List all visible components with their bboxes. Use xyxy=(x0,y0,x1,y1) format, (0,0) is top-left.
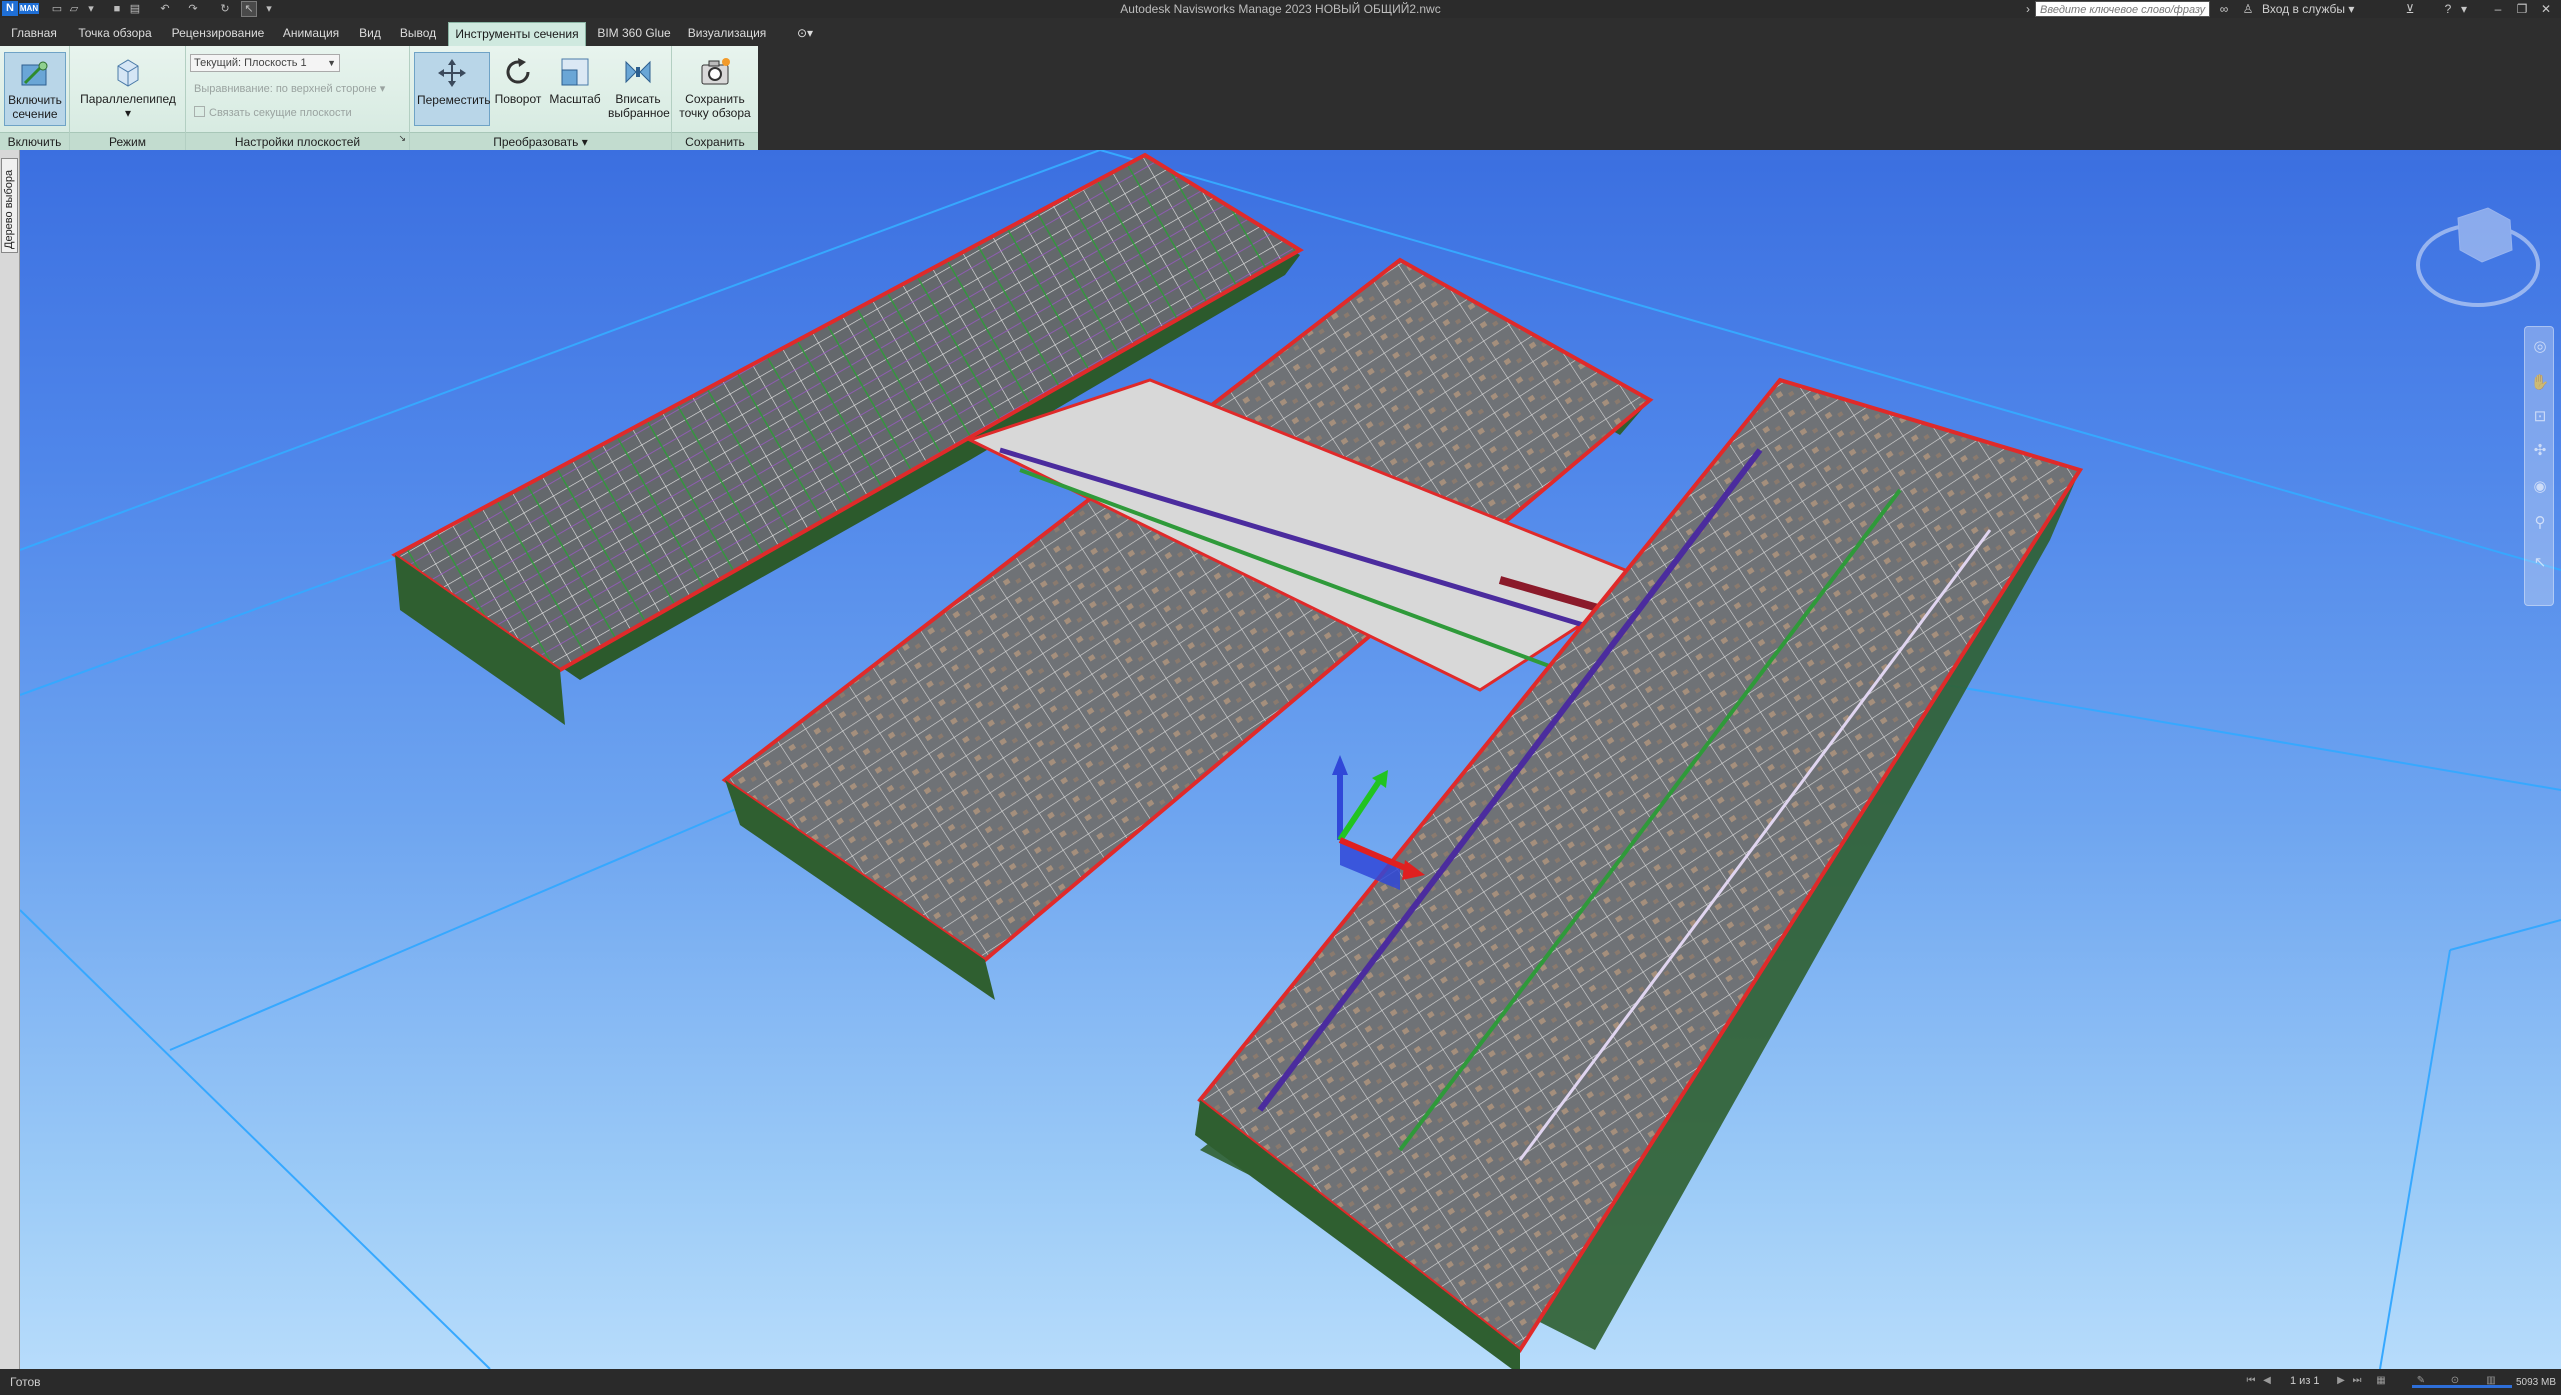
panel-save-label: Сохранить xyxy=(672,132,758,150)
pan-icon[interactable]: ✋ xyxy=(2530,373,2550,393)
ribbon: Включить сечение Включить Параллелепипед… xyxy=(0,46,2561,150)
move-button[interactable]: Переместить xyxy=(414,52,491,126)
panel-mode-label: Режим xyxy=(70,132,185,150)
panel-plane-settings-label-text: Настройки плоскостей xyxy=(234,135,361,149)
ribbon-body: Включить сечение Включить Параллелепипед… xyxy=(0,46,758,150)
tab-review[interactable]: Рецензирование xyxy=(168,23,268,43)
first-page-icon[interactable]: ⏮ xyxy=(2244,1374,2258,1388)
3d-viewport[interactable]: Дерево выбора ◎ ✋ ⊡ ✣ ◉ ⚲ ↖ xyxy=(0,150,2561,1369)
panel-transform: Переместить Поворот Масштаб Вписать выбр… xyxy=(410,46,672,150)
box-icon xyxy=(117,59,139,87)
zoom-window-icon[interactable]: ⊡ xyxy=(2530,407,2550,427)
align-label: Выравнивание: по верхней стороне xyxy=(194,83,377,95)
login-label: Вход в службы xyxy=(2262,2,2345,16)
fit-selection-button[interactable]: Вписать выбранное xyxy=(606,52,670,126)
last-page-icon[interactable]: ⏭ xyxy=(2350,1374,2364,1388)
panel-save: Сохранить точку обзора Сохранить xyxy=(672,46,758,150)
login-button[interactable]: Вход в службы ▾ xyxy=(2262,2,2354,16)
user-icon[interactable]: ♙ xyxy=(2240,1,2256,17)
tab-animation[interactable]: Анимация xyxy=(276,23,346,43)
chevron-down-icon: ▼ xyxy=(327,58,336,68)
memory-usage: 5093 MB xyxy=(2516,1377,2557,1388)
link-icon xyxy=(194,106,205,117)
link-planes-toggle[interactable]: Связать секущие плоскости xyxy=(194,106,352,119)
cart-icon[interactable]: ⊻ xyxy=(2402,1,2418,17)
title-bar: N MAN ▭ ▱ ▾ ■ ▤ ↶ ↷ ↻ ↖ ▾ Autodesk Navis… xyxy=(0,0,2561,18)
rotate-label: Поворот xyxy=(494,92,542,106)
section-enable-icon xyxy=(21,61,48,86)
panel-plane-settings: Текущий: Плоскость 1 ▼ Выравнивание: по … xyxy=(186,46,410,150)
fit-selection-icon xyxy=(625,60,651,84)
status-text: Готов xyxy=(10,1375,41,1389)
performance-bar-1 xyxy=(2412,1385,2446,1388)
current-plane-value: Текущий: Плоскость 1 xyxy=(194,57,307,69)
enable-section-label: Включить сечение xyxy=(8,93,62,121)
navigation-bar: ◎ ✋ ⊡ ✣ ◉ ⚲ ↖ xyxy=(2524,326,2554,606)
next-page-icon[interactable]: ▶ xyxy=(2334,1374,2348,1388)
tab-visualization[interactable]: Визуализация xyxy=(682,23,772,43)
prev-page-icon[interactable]: ◀ xyxy=(2260,1374,2274,1388)
search-expand-icon[interactable]: › xyxy=(2020,1,2036,17)
move-label: Переместить xyxy=(417,93,491,107)
viewcube[interactable] xyxy=(2416,207,2540,307)
box-mode-button[interactable]: Параллелепипед ▾ xyxy=(76,52,180,126)
selection-tree-tab[interactable]: Дерево выбора xyxy=(1,158,18,253)
ribbon-tab-bar: Главная Точка обзора Рецензирование Аним… xyxy=(0,18,2561,46)
enable-section-button[interactable]: Включить сечение xyxy=(4,52,66,126)
panel-plane-settings-label: Настройки плоскостей ↘ xyxy=(186,132,409,150)
panel-enable-label: Включить xyxy=(0,132,69,150)
login-caret: ▾ xyxy=(2348,2,2355,16)
selection-tree-tab-label: Дерево выбора xyxy=(3,169,15,249)
performance-bar-3 xyxy=(2480,1385,2512,1388)
panel-mode: Параллелепипед ▾ Режим xyxy=(70,46,186,150)
camera-icon xyxy=(701,58,730,85)
navisworks-window: N MAN ▭ ▱ ▾ ■ ▤ ↶ ↷ ↻ ↖ ▾ Autodesk Navis… xyxy=(0,0,2561,1395)
help-dropdown-icon[interactable]: ▾ xyxy=(2456,1,2472,17)
model-scene[interactable] xyxy=(0,150,2561,1369)
performance-bar-2 xyxy=(2446,1385,2480,1388)
close-icon[interactable]: ✕ xyxy=(2538,1,2554,17)
sheet-browser-icon[interactable]: ▦ xyxy=(2374,1374,2388,1388)
scale-icon xyxy=(561,58,589,86)
tab-section-tools[interactable]: Инструменты сечения xyxy=(448,22,586,46)
box-mode-dropdown-icon: ▾ xyxy=(124,106,132,120)
panel-enable: Включить сечение Включить xyxy=(0,46,70,150)
move-gizmo[interactable] xyxy=(1332,755,1425,890)
move-icon xyxy=(438,59,466,87)
left-dock: Дерево выбора xyxy=(0,150,20,1369)
tab-home[interactable]: Главная xyxy=(8,23,60,43)
minimize-icon[interactable]: – xyxy=(2490,1,2506,17)
tab-view[interactable]: Вид xyxy=(354,23,386,43)
save-viewpoint-label: Сохранить точку обзора xyxy=(679,92,751,120)
tab-output[interactable]: Вывод xyxy=(394,23,442,43)
rotate-button[interactable]: Поворот xyxy=(492,52,544,126)
help-icon[interactable]: ? xyxy=(2440,1,2456,17)
fit-selection-label: Вписать выбранное xyxy=(608,92,670,120)
align-dropdown[interactable]: Выравнивание: по верхней стороне ▾ xyxy=(194,82,385,95)
page-indicator: 1 из 1 xyxy=(2290,1375,2320,1387)
status-bar: Готов ⏮ ◀ 1 из 1 ▶ ⏭ ▦ ✎ ⊙ ▥ 5093 MB xyxy=(0,1369,2561,1395)
link-planes-label: Связать секущие плоскости xyxy=(209,107,352,119)
steering-wheel-icon[interactable]: ◎ xyxy=(2530,337,2550,357)
walk-icon[interactable]: ⚲ xyxy=(2530,513,2550,533)
look-around-icon[interactable]: ◉ xyxy=(2530,477,2550,497)
tab-bim360-glue[interactable]: BIM 360 Glue xyxy=(594,23,674,43)
box-mode-label: Параллелепипед xyxy=(80,92,176,106)
select-tool-icon[interactable]: ↖ xyxy=(2530,553,2550,573)
dialog-launcher-icon[interactable]: ↘ xyxy=(398,129,406,147)
tab-viewpoint[interactable]: Точка обзора xyxy=(70,23,160,43)
rotate-icon xyxy=(506,58,530,84)
restore-icon[interactable]: ❐ xyxy=(2514,1,2530,17)
scale-label: Масштаб xyxy=(549,92,601,106)
search-input[interactable]: Введите ключевое слово/фразу xyxy=(2035,1,2210,17)
scale-button[interactable]: Масштаб xyxy=(546,52,604,126)
panel-transform-label[interactable]: Преобразовать ▾ xyxy=(410,132,671,150)
orbit-icon[interactable]: ✣ xyxy=(2530,441,2550,461)
binoculars-icon[interactable]: ∞ xyxy=(2216,1,2232,17)
save-viewpoint-button[interactable]: Сохранить точку обзора xyxy=(676,52,754,126)
current-plane-select[interactable]: Текущий: Плоскость 1 ▼ xyxy=(190,54,340,72)
tab-extra-icon[interactable]: ⊙▾ xyxy=(790,23,820,43)
